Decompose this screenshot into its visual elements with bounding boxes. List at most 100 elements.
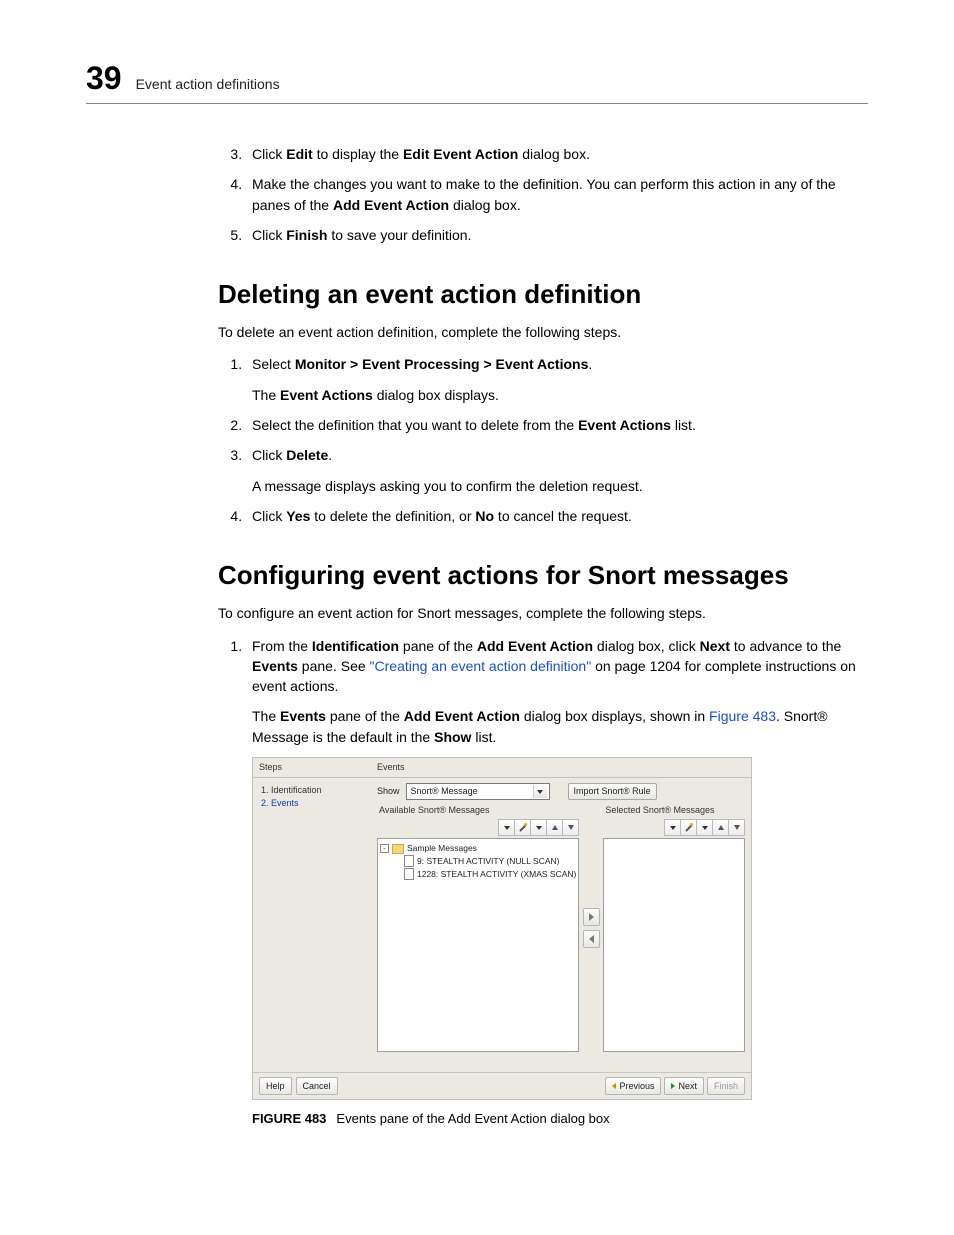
chevron-down-icon (536, 826, 542, 830)
t: to advance to the (730, 638, 841, 654)
toolbar-move-down-button[interactable] (562, 819, 579, 836)
text: The (252, 387, 280, 403)
cancel-button[interactable]: Cancel (296, 1077, 338, 1095)
collapse-icon[interactable]: - (380, 844, 389, 853)
link-creating-event-action[interactable]: "Creating an event action definition" (370, 658, 592, 674)
chevron-down-icon (533, 785, 547, 798)
toolbar-search-button[interactable] (514, 819, 531, 836)
dialog-footer: Help Cancel Previous Next Finish (253, 1072, 751, 1099)
previous-button[interactable]: Previous (605, 1077, 661, 1095)
step-events[interactable]: 2. Events (261, 797, 365, 810)
step-sub: The Event Actions dialog box displays. (252, 385, 868, 405)
heading-snort: Configuring event actions for Snort mess… (218, 560, 868, 591)
bold-text: No (475, 508, 494, 524)
show-select[interactable]: Snort® Message (406, 783, 550, 800)
selected-listbox: Selected Snort® Messages (603, 804, 745, 1052)
bold-text: Add Event Action (333, 197, 449, 213)
wand-icon (518, 823, 527, 832)
move-left-button[interactable] (583, 930, 600, 948)
events-pane: Events Show Snort® Message (371, 758, 751, 1072)
heading-deleting: Deleting an event action definition (218, 279, 868, 310)
text: Click (252, 508, 286, 524)
available-listbox: Available Snort® Messages (377, 804, 579, 1052)
arrow-down-icon (568, 825, 574, 830)
text: dialog box displays. (373, 387, 499, 403)
move-right-button[interactable] (583, 908, 600, 926)
toolbar-dropdown-button[interactable] (664, 819, 681, 836)
show-label: Show (377, 785, 400, 798)
chevron-down-icon (670, 826, 676, 830)
toolbar-move-up-button[interactable] (546, 819, 563, 836)
label: Next (678, 1080, 697, 1093)
text: dialog box. (518, 146, 590, 162)
chevron-down-icon (702, 826, 708, 830)
next-button[interactable]: Next (664, 1077, 704, 1095)
step-identification[interactable]: 1. Identification (261, 784, 365, 797)
arrow-left-icon (612, 1083, 616, 1089)
steps-pane-title: Steps (253, 758, 371, 778)
add-event-action-dialog: Steps 1. Identification 2. Events Events (252, 757, 752, 1100)
bold-text: Edit Event Action (403, 146, 518, 162)
toolbar-dropdown-button[interactable] (498, 819, 515, 836)
text: Select (252, 356, 295, 372)
snort-steps-list: From the Identification pane of the Add … (218, 636, 868, 1129)
t: The (252, 708, 280, 724)
list-item: Click Delete. A message displays asking y… (246, 445, 868, 496)
step-text: Select Monitor > Event Processing > Even… (252, 356, 592, 372)
t: pane of the (326, 708, 404, 724)
arrow-up-icon (552, 825, 558, 830)
link-figure-483[interactable]: Figure 483 (709, 708, 776, 724)
t: pane. See (298, 658, 370, 674)
toolbar-move-up-button[interactable] (712, 819, 729, 836)
toolbar-dropdown2-button[interactable] (530, 819, 547, 836)
chevron-down-icon (504, 826, 510, 830)
bold-text: Monitor > Event Processing > Event Actio… (295, 356, 589, 372)
b: Identification (312, 638, 399, 654)
step-text: Make the changes you want to make to the… (252, 176, 836, 212)
tree-root[interactable]: - Sample Messages (380, 842, 576, 855)
arrow-down-icon (734, 825, 740, 830)
header-title: Event action definitions (136, 76, 280, 92)
list-item: Click Edit to display the Edit Event Act… (246, 144, 868, 164)
toolbar-search-button[interactable] (680, 819, 697, 836)
step-text: Click Delete. (252, 447, 332, 463)
chapter-number: 39 (86, 60, 122, 97)
events-pane-title: Events (371, 758, 751, 778)
text: Click (252, 447, 286, 463)
available-tree[interactable]: - Sample Messages 9: STEALTH ACTIVITY (N… (377, 838, 579, 1052)
deleting-steps-list: Select Monitor > Event Processing > Even… (218, 354, 868, 526)
text: A message displays asking you to confirm… (252, 478, 643, 494)
wand-icon (684, 823, 693, 832)
deleting-intro: To delete an event action definition, co… (218, 322, 868, 342)
toolbar-dropdown2-button[interactable] (696, 819, 713, 836)
text: dialog box. (449, 197, 521, 213)
list-item: Select Monitor > Event Processing > Even… (246, 354, 868, 405)
b: Show (434, 729, 471, 745)
help-button[interactable]: Help (259, 1077, 292, 1095)
figure-483: Steps 1. Identification 2. Events Events (252, 757, 868, 1129)
list-item: Click Yes to delete the definition, or N… (246, 506, 868, 526)
selected-tree[interactable] (603, 838, 745, 1052)
transfer-buttons (583, 804, 599, 1052)
tree-item[interactable]: 1228: STEALTH ACTIVITY (XMAS SCAN) (404, 868, 576, 881)
text: From the Identification pane of the Add … (252, 638, 856, 695)
text: . (588, 356, 592, 372)
list-item: Click Finish to save your definition. (246, 225, 868, 245)
tree-item-label: 9: STEALTH ACTIVITY (NULL SCAN) (417, 855, 560, 868)
t: pane of the (399, 638, 477, 654)
b: Add Event Action (477, 638, 593, 654)
b: Next (700, 638, 730, 654)
step-text: Select the definition that you want to d… (252, 417, 696, 433)
b: Events (252, 658, 298, 674)
tree-item[interactable]: 9: STEALTH ACTIVITY (NULL SCAN) (404, 855, 576, 868)
label: Previous (619, 1080, 654, 1093)
import-snort-rule-button[interactable]: Import Snort® Rule (568, 783, 657, 800)
t: dialog box, click (593, 638, 700, 654)
snort-step-1: From the Identification pane of the Add … (246, 636, 868, 1129)
arrow-right-icon (671, 1083, 675, 1089)
list-item: Make the changes you want to make to the… (246, 174, 868, 215)
t: From the (252, 638, 312, 654)
finish-button[interactable]: Finish (707, 1077, 745, 1095)
toolbar-move-down-button[interactable] (728, 819, 745, 836)
snort-step-1-sub: The Events pane of the Add Event Action … (252, 706, 868, 747)
